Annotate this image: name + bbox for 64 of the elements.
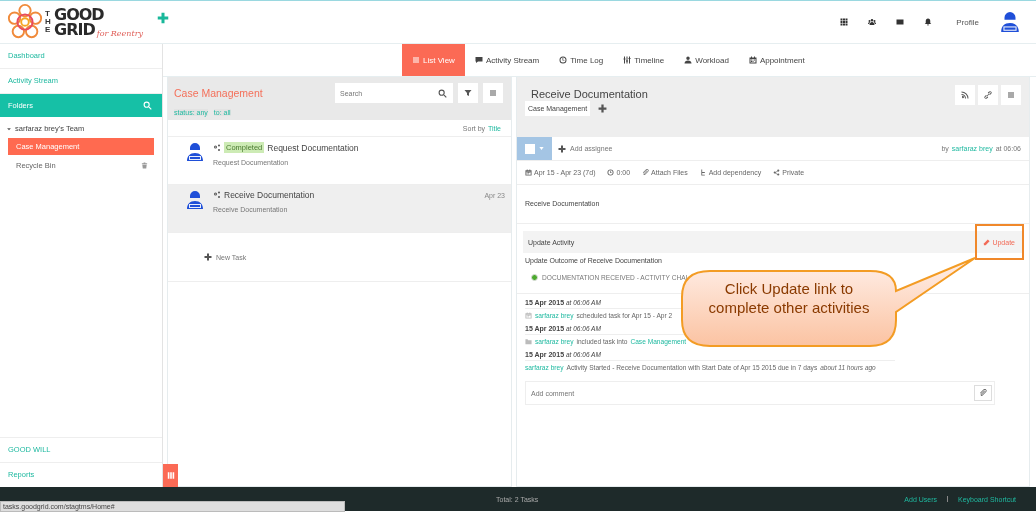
view-tab[interactable]: Time Log [549, 44, 614, 76]
logo-text: THE [45, 10, 52, 34]
task-title: Receive Documentation [531, 88, 648, 100]
logo-text: GRID [54, 22, 95, 38]
view-tab[interactable]: Timeline [613, 44, 675, 76]
task-title: Receive Documentation [224, 190, 316, 200]
clock-icon [607, 169, 615, 176]
calendar-icon [748, 56, 757, 64]
profile-link[interactable]: Profile [956, 17, 979, 27]
plus-icon[interactable] [598, 104, 608, 113]
user-icon [684, 56, 693, 64]
calendar-icon [525, 169, 532, 176]
mail-icon[interactable] [896, 18, 905, 26]
rss-icon [961, 91, 969, 99]
link-button[interactable] [978, 85, 998, 105]
view-tab[interactable]: Activity Stream [464, 44, 550, 76]
logo-text: GOOD [54, 6, 105, 22]
highlight-frame [975, 224, 1024, 260]
caret-icon[interactable] [6, 125, 12, 132]
paperclip-icon [979, 389, 987, 397]
callout-text: Click Update link to complete other activities [707, 279, 871, 317]
pencil-icon [983, 238, 991, 246]
search-icon[interactable] [143, 101, 152, 110]
menu-icon [489, 89, 497, 97]
bars-icon [166, 471, 175, 480]
clock-icon [559, 56, 568, 64]
status-dropdown[interactable] [517, 137, 552, 160]
view-tab[interactable]: Workload [674, 44, 739, 76]
filter-icon [464, 89, 472, 97]
calendar-icon [525, 312, 532, 319]
menu-button[interactable] [1001, 85, 1021, 105]
plus-icon [204, 253, 212, 261]
users-icon[interactable] [868, 18, 877, 26]
task-title: Request Documentation [267, 142, 360, 153]
gears-icon [213, 191, 221, 199]
flower-logo-icon [6, 3, 44, 41]
dependency-icon [699, 169, 707, 176]
bell-icon[interactable] [924, 18, 933, 26]
avatar-icon [999, 11, 1021, 33]
avatar-icon [185, 190, 205, 210]
menu-icon [1007, 91, 1015, 99]
logo-tagline: for Reentry [96, 29, 144, 38]
sliders-icon [623, 56, 632, 64]
list-icon [412, 56, 420, 64]
rss-button[interactable] [955, 85, 975, 105]
folder-icon [525, 338, 532, 345]
trash-icon[interactable] [141, 162, 148, 169]
link-icon [984, 91, 992, 99]
panel-title: Case Management [174, 87, 264, 99]
view-tab[interactable]: Appointment [738, 44, 815, 76]
speech-bubble-icon [474, 56, 483, 64]
avatar-icon [185, 142, 205, 162]
paperclip-icon [642, 169, 650, 176]
search-icon [438, 89, 447, 98]
gears-icon [213, 143, 221, 152]
radio-button[interactable] [531, 274, 538, 281]
panel-toggle-button[interactable] [163, 464, 178, 487]
attach-button[interactable] [974, 385, 992, 401]
caret-icon [537, 145, 545, 152]
plus-icon [558, 144, 566, 153]
apps-grid-icon[interactable] [840, 18, 849, 26]
menu-button[interactable] [483, 83, 503, 103]
filter-button[interactable] [458, 83, 478, 103]
share-icon [773, 169, 781, 176]
